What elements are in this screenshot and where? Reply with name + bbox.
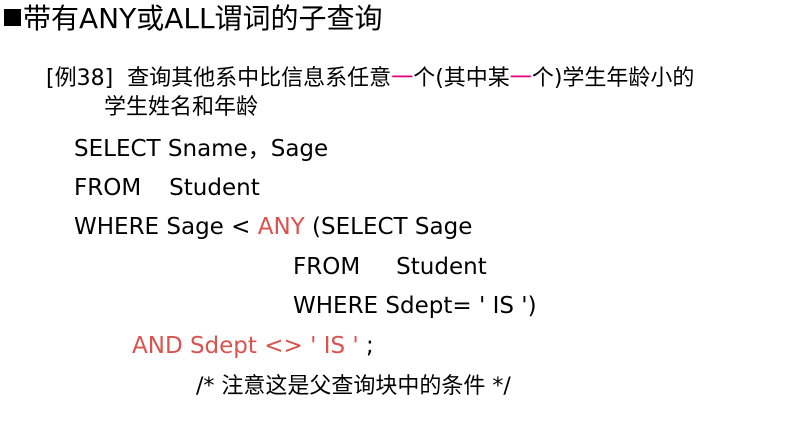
- sql-and-line: AND Sdept <> ' IS ' ;: [132, 335, 374, 358]
- slide-title-text: 带有ANY或ALL谓词的子查询: [23, 2, 383, 35]
- example-label: [例38]: [46, 66, 114, 91]
- example-line-2: 学生姓名和年龄: [104, 95, 259, 120]
- sql-comment: /* 注意这是父查询块中的条件 */: [196, 374, 511, 399]
- sql-from-keyword: FROM: [74, 175, 142, 201]
- example-text-post: 个)学生年龄小的: [531, 66, 695, 91]
- sql-from-table: Student: [169, 175, 260, 201]
- dash-highlight-1: 一: [391, 66, 414, 91]
- sql-and-condition: AND Sdept <> ' IS ': [132, 333, 359, 359]
- example-text-pre: 查询其他系中比信息系任意: [127, 66, 392, 91]
- slide-title: 带有ANY或ALL谓词的子查询: [4, 5, 383, 33]
- sql-subquery-from-keyword: FROM: [293, 254, 361, 280]
- square-bullet-icon: [4, 9, 21, 26]
- sql-any-keyword: ANY: [257, 214, 305, 240]
- sql-where-pre: WHERE Sage <: [74, 214, 258, 240]
- sql-from-line: FROM Student: [74, 177, 260, 200]
- example-line-1: [例38] 查询其他系中比信息系任意一个(其中某一个)学生年龄小的: [46, 68, 694, 90]
- sql-where-post: (SELECT Sage: [304, 214, 473, 240]
- sql-where-line: WHERE Sage < ANY (SELECT Sage: [74, 216, 472, 239]
- sql-select-line: SELECT Sname，Sage: [74, 136, 329, 162]
- sql-and-end: ;: [358, 333, 374, 359]
- example-text-mid: 个(其中某: [413, 66, 510, 91]
- sql-subquery-from-table: Student: [396, 254, 487, 280]
- sql-subquery-where-line: WHERE Sdept= ' IS '): [293, 293, 537, 319]
- sql-subquery-from-line: FROM Student: [293, 256, 487, 279]
- dash-highlight-2: 一: [509, 66, 532, 91]
